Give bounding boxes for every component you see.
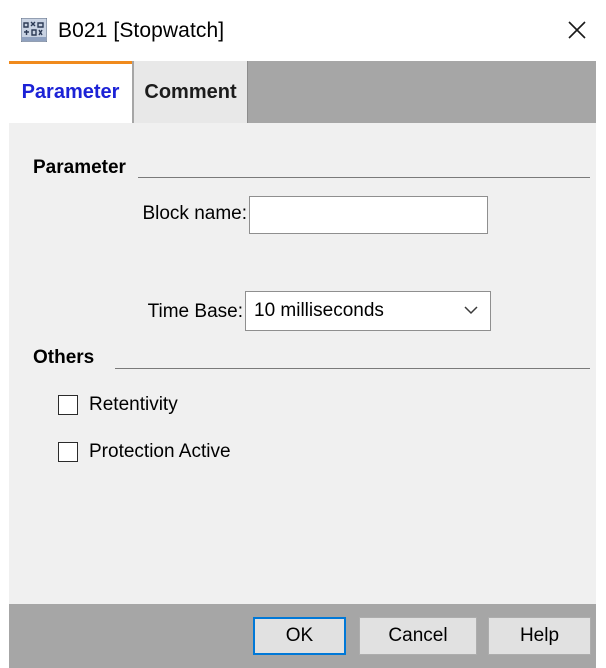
time-base-label: Time Base: — [147, 301, 243, 322]
grid-app-icon — [21, 18, 47, 42]
tab-comment-label: Comment — [144, 80, 237, 103]
button-bar: OK Cancel Help — [9, 604, 596, 668]
others-group-title: Others — [33, 347, 95, 368]
tab-parameter-label: Parameter — [21, 81, 120, 103]
tab-comment[interactable]: Comment — [134, 61, 248, 123]
help-button[interactable]: Help — [488, 617, 591, 655]
tab-strip: Parameter Comment — [9, 61, 596, 123]
time-base-select[interactable]: 10 milliseconds — [245, 291, 491, 331]
close-button[interactable] — [562, 14, 592, 46]
retentivity-label: Retentivity — [89, 394, 178, 415]
time-base-selected-value: 10 milliseconds — [254, 300, 384, 321]
protection-active-checkbox-row[interactable]: Protection Active — [58, 441, 231, 463]
title-bar: B021 [Stopwatch] — [0, 0, 606, 62]
chevron-down-icon — [464, 306, 478, 315]
retentivity-checkbox-row[interactable]: Retentivity — [58, 394, 178, 416]
protection-active-checkbox[interactable] — [58, 442, 78, 462]
dialog-title: B021 [Stopwatch] — [58, 19, 225, 42]
ok-button[interactable]: OK — [253, 617, 346, 655]
parameter-panel: Parameter Block name: Time Base: 10 mill… — [9, 123, 596, 604]
protection-active-label: Protection Active — [89, 441, 231, 462]
cancel-button[interactable]: Cancel — [359, 617, 477, 655]
others-group-divider — [115, 368, 590, 369]
block-name-label: Block name: — [142, 203, 247, 224]
retentivity-checkbox[interactable] — [58, 395, 78, 415]
dialog-window: B021 [Stopwatch] Parameter Comment Param… — [0, 0, 606, 668]
parameter-group-title: Parameter — [33, 157, 126, 178]
close-icon — [568, 21, 586, 39]
block-name-input[interactable] — [249, 196, 488, 234]
parameter-group-divider — [138, 177, 590, 178]
tab-parameter[interactable]: Parameter — [9, 61, 132, 123]
